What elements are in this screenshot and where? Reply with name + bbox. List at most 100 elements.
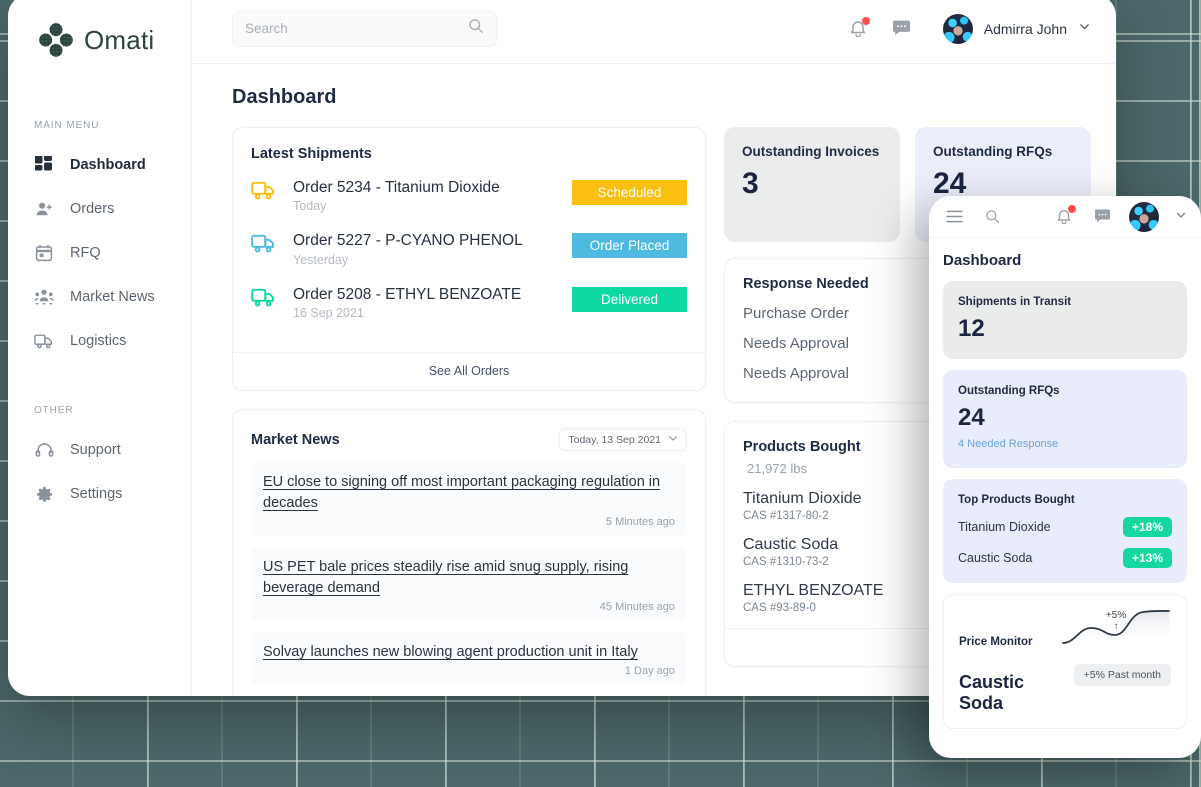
search-box[interactable]: [232, 10, 497, 47]
search-input[interactable]: [245, 21, 468, 36]
sidebar-item-label: RFQ: [70, 245, 101, 261]
truck-icon: [251, 287, 277, 313]
mobile-price-monitor-card[interactable]: Price Monitor Caustic Soda +5% ↑ +5% Pas…: [943, 594, 1187, 729]
product-name: Titanium Dioxide: [958, 520, 1051, 534]
shipment-row[interactable]: Order 5208 - ETHYL BENZOATE 16 Sep 2021 …: [251, 285, 687, 320]
mobile-rfqs-tile[interactable]: Outstanding RFQs 24 4 Needed Response: [943, 370, 1187, 468]
shipment-title: Order 5208 - ETHYL BENZOATE: [293, 285, 522, 303]
sidebar-item-support[interactable]: Support: [8, 428, 191, 472]
news-title[interactable]: US PET bale prices steadily rise amid sn…: [263, 557, 675, 599]
news-title[interactable]: EU close to signing off most important p…: [263, 472, 675, 514]
gear-icon: [34, 484, 54, 504]
chevron-down-icon: [1078, 20, 1091, 38]
tile-label: Outstanding RFQs: [933, 144, 1053, 159]
price-monitor-label: Price Monitor: [959, 636, 1033, 648]
news-time: 5 Minutes ago: [605, 516, 675, 529]
user-plus-icon: [34, 199, 54, 219]
mobile-top-products-card: Top Products Bought Titanium Dioxide +18…: [943, 479, 1187, 583]
news-item[interactable]: EU close to signing off most important p…: [251, 462, 687, 537]
news-item[interactable]: US PET bale prices steadily rise amid sn…: [251, 547, 687, 622]
sidebar-item-logistics[interactable]: Logistics: [8, 319, 191, 363]
brand-name: Omati: [84, 24, 155, 55]
status-badge: Order Placed: [572, 233, 687, 259]
sidebar-item-rfq[interactable]: RFQ: [8, 231, 191, 275]
see-all-orders-link[interactable]: See All Orders: [233, 352, 705, 390]
notification-bell-icon[interactable]: [847, 16, 870, 40]
news-title[interactable]: Solvay launches new blowing agent produc…: [263, 642, 675, 663]
omati-logo-icon: [38, 22, 74, 58]
user-menu[interactable]: Admirra John: [942, 13, 1091, 44]
percent-badge: +13%: [1122, 548, 1172, 568]
mobile-shipments-tile[interactable]: Shipments in Transit 12: [943, 281, 1187, 359]
sidebar-item-label: Logistics: [70, 333, 127, 349]
top-product-row[interactable]: Caustic Soda +13%: [958, 548, 1172, 568]
sidebar-item-label: Market News: [70, 289, 155, 305]
shipment-title: Order 5234 - Titanium Dioxide: [293, 179, 500, 196]
brand: Omati: [8, 16, 191, 64]
sidebar-item-settings[interactable]: Settings: [8, 472, 191, 516]
topbar-icons: Admirra John: [847, 13, 1091, 44]
search-icon[interactable]: [981, 206, 1003, 228]
mobile-preview-window: Dashboard Shipments in Transit 12 Outsta…: [929, 196, 1201, 758]
chevron-down-icon[interactable]: [1175, 208, 1187, 226]
price-monitor-product: Caustic Soda: [959, 672, 1025, 713]
latest-shipments-card: Latest Shipments Order 5234 - Titanium D…: [232, 127, 706, 392]
topbar: Admirra John: [192, 0, 1116, 64]
outstanding-invoices-tile[interactable]: Outstanding Invoices 3: [724, 127, 900, 242]
sidebar-caption-main: MAIN MENU: [34, 120, 100, 131]
sidebar-caption-other: OTHER: [34, 405, 74, 416]
price-monitor-chart: +5% ↑ +5% Past month: [1061, 610, 1171, 686]
dashboard-icon: [34, 155, 54, 175]
user-name: Admirra John: [983, 20, 1067, 37]
avatar[interactable]: [1129, 201, 1159, 232]
sidebar-item-label: Settings: [70, 486, 123, 502]
news-time: 1 Day ago: [624, 665, 675, 678]
search-icon: [468, 18, 484, 39]
tile-label: Outstanding Invoices: [742, 144, 880, 159]
shipment-row[interactable]: Order 5234 - Titanium Dioxide Today Sche…: [251, 178, 687, 213]
messages-icon[interactable]: [891, 18, 913, 40]
date-filter-dropdown[interactable]: Today, 13 Sep 2021: [559, 428, 687, 452]
tile-value: 3: [742, 167, 759, 200]
notification-dot: [1068, 204, 1076, 213]
market-news-title: Market News: [251, 431, 340, 448]
tile-value: 12: [958, 315, 985, 342]
shipment-title: Order 5227 - P-CYANO PHENOL: [293, 232, 523, 250]
truck-icon: [34, 331, 54, 351]
sidebar-item-market-news[interactable]: Market News: [8, 275, 191, 319]
sidebar-item-label: Dashboard: [70, 157, 146, 173]
latest-shipments-title: Latest Shipments: [251, 146, 372, 162]
notification-bell-icon[interactable]: [1053, 204, 1076, 228]
top-product-row[interactable]: Titanium Dioxide +18%: [958, 517, 1172, 537]
screenshot-root: Omati MAIN MENU Dashboard Orders RFQ Mar…: [0, 0, 1201, 787]
news-time: 45 Minutes ago: [599, 601, 675, 614]
status-badge: Delivered: [572, 286, 687, 312]
sidebar-item-orders[interactable]: Orders: [8, 187, 191, 231]
sidebar-item-label: Orders: [70, 201, 115, 217]
mobile-topbar: [929, 196, 1201, 238]
chevron-down-icon: [668, 433, 678, 446]
shipment-row[interactable]: Order 5227 - P-CYANO PHENOL Yesterday Or…: [251, 231, 687, 267]
market-news-card: Market News Today, 13 Sep 2021 EU close …: [232, 409, 706, 696]
shipment-date: 16 Sep 2021: [293, 306, 364, 321]
messages-icon[interactable]: [1091, 206, 1113, 228]
tile-sub[interactable]: 4 Needed Response: [958, 438, 1172, 450]
tile-label: Shipments in Transit: [958, 296, 1072, 308]
avatar: [942, 13, 973, 44]
sidebar-item-dashboard[interactable]: Dashboard: [8, 143, 191, 187]
tile-value: 24: [933, 167, 967, 200]
calendar-icon: [34, 243, 54, 263]
people-icon: [34, 287, 54, 307]
truck-icon: [251, 233, 277, 259]
news-item[interactable]: Solvay launches new blowing agent produc…: [251, 632, 687, 686]
price-monitor-chip: +5% Past month: [1073, 664, 1171, 686]
percent-badge: +18%: [1122, 517, 1172, 537]
hamburger-menu-icon[interactable]: [943, 206, 965, 228]
shipment-date: Yesterday: [293, 252, 349, 267]
truck-icon: [251, 180, 277, 206]
market-news-header: Market News Today, 13 Sep 2021: [251, 428, 687, 452]
notification-dot: [861, 16, 870, 25]
shipment-date: Today: [293, 199, 327, 214]
tile-value: 24: [958, 404, 985, 431]
page-title: Dashboard: [232, 86, 337, 108]
